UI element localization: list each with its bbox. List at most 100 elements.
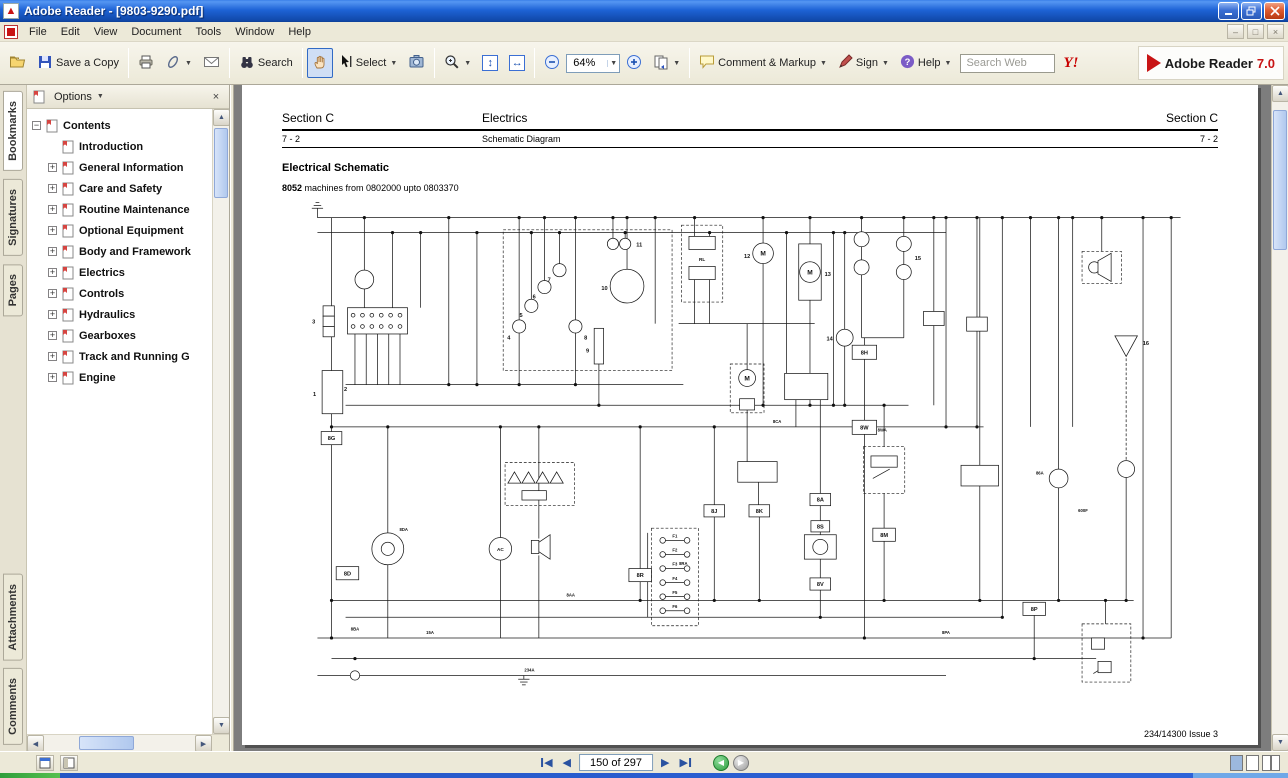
- child-minimize-button[interactable]: –: [1227, 24, 1244, 39]
- last-page-button[interactable]: ▶: [677, 755, 692, 770]
- select-tool-button[interactable]: Select ▼: [334, 48, 403, 78]
- expand-icon[interactable]: +: [48, 352, 57, 361]
- search-button[interactable]: Search: [234, 48, 298, 78]
- bookmark-item-routine-maintenance[interactable]: +Routine Maintenance: [32, 199, 212, 220]
- expand-icon[interactable]: +: [48, 205, 57, 214]
- page-number-field[interactable]: 150 of 297: [579, 754, 653, 771]
- scroll-track[interactable]: [1272, 102, 1288, 734]
- tab-attachments[interactable]: Attachments: [3, 574, 23, 661]
- expand-icon[interactable]: +: [48, 226, 57, 235]
- minimize-button[interactable]: [1218, 2, 1239, 20]
- menu-document[interactable]: Document: [124, 24, 188, 40]
- options-button[interactable]: Options: [54, 91, 92, 103]
- collapse-icon[interactable]: −: [32, 121, 41, 130]
- page-display-button[interactable]: ▼: [648, 48, 685, 78]
- bookmark-item-hydraulics[interactable]: +Hydraulics: [32, 304, 212, 325]
- bookmark-item-controls[interactable]: +Controls: [32, 283, 212, 304]
- hand-tool-button[interactable]: [307, 48, 333, 78]
- bookmark-item-optional-equipment[interactable]: +Optional Equipment: [32, 220, 212, 241]
- scroll-right-button[interactable]: ▶: [195, 735, 212, 752]
- start-button-edge[interactable]: [0, 773, 60, 778]
- menu-file[interactable]: File: [22, 24, 54, 40]
- navigation-tab-strip: Bookmarks Signatures Pages Attachments Comme…: [0, 85, 27, 751]
- yahoo-button[interactable]: Y!: [1059, 55, 1082, 72]
- next-page-button[interactable]: ▶: [659, 755, 671, 770]
- child-close-button[interactable]: ×: [1267, 24, 1284, 39]
- expand-icon[interactable]: +: [48, 163, 57, 172]
- facing-pages-icon[interactable]: [1262, 755, 1280, 771]
- email-button[interactable]: [198, 48, 225, 78]
- scroll-track[interactable]: [44, 735, 195, 751]
- scroll-up-button[interactable]: ▲: [213, 109, 229, 126]
- tab-signatures[interactable]: Signatures: [3, 179, 23, 256]
- first-page-button[interactable]: ◀: [539, 755, 554, 770]
- save-a-copy-button[interactable]: Save a Copy: [32, 48, 124, 78]
- bookmark-item-introduction[interactable]: Introduction: [32, 136, 212, 157]
- expand-icon[interactable]: +: [48, 289, 57, 298]
- restore-button[interactable]: [1241, 2, 1262, 20]
- bookmark-item-gearboxes[interactable]: +Gearboxes: [32, 325, 212, 346]
- continuous-page-icon[interactable]: [1246, 755, 1259, 771]
- dropdown-arrow-icon[interactable]: ▼: [97, 93, 104, 100]
- zoom-out-button[interactable]: [539, 48, 565, 78]
- expand-icon[interactable]: +: [48, 268, 57, 277]
- close-button[interactable]: [1264, 2, 1285, 20]
- bookmarks-vertical-scrollbar[interactable]: ▲ ▼: [212, 109, 229, 734]
- scroll-left-button[interactable]: ◀: [27, 735, 44, 752]
- bookmark-item-body-and-framework[interactable]: +Body and Framework: [32, 241, 212, 262]
- actual-size-icon: ↕: [482, 55, 498, 71]
- expand-icon[interactable]: +: [48, 331, 57, 340]
- bookmark-item-contents[interactable]: −Contents: [32, 115, 212, 136]
- pane-toggle-icon[interactable]: [60, 755, 78, 771]
- search-web-input[interactable]: Search Web: [960, 54, 1055, 73]
- previous-view-button[interactable]: ◀: [713, 755, 729, 771]
- tab-comments[interactable]: Comments: [3, 668, 23, 745]
- bookmark-item-general-information[interactable]: +General Information: [32, 157, 212, 178]
- expand-icon[interactable]: +: [48, 247, 57, 256]
- toolbar-separator: [534, 48, 535, 78]
- tab-bookmarks[interactable]: Bookmarks: [3, 91, 23, 171]
- zoom-level-combo[interactable]: 64% ▼: [566, 54, 620, 73]
- menu-edit[interactable]: Edit: [54, 24, 87, 40]
- menu-help[interactable]: Help: [281, 24, 318, 40]
- zoom-tool-button[interactable]: ▼: [439, 48, 476, 78]
- previous-page-button[interactable]: ◀: [561, 755, 573, 770]
- child-restore-button[interactable]: □: [1247, 24, 1264, 39]
- next-view-button[interactable]: ▶: [733, 755, 749, 771]
- menu-window[interactable]: Window: [228, 24, 281, 40]
- expand-icon[interactable]: +: [48, 373, 57, 382]
- menu-tools[interactable]: Tools: [189, 24, 229, 40]
- panel-close-button[interactable]: ×: [208, 89, 224, 105]
- zoom-in-button[interactable]: [621, 48, 647, 78]
- comment-markup-button[interactable]: Comment & Markup ▼: [694, 48, 832, 78]
- expand-icon[interactable]: +: [48, 310, 57, 319]
- scroll-up-button[interactable]: ▲: [1272, 85, 1288, 102]
- scroll-down-button[interactable]: ▼: [1272, 734, 1288, 751]
- single-page-icon[interactable]: [1230, 755, 1243, 771]
- document-status-icon[interactable]: [36, 755, 54, 771]
- svg-text:11: 11: [636, 243, 642, 249]
- bookmark-item-track-and-running-g[interactable]: +Track and Running G: [32, 346, 212, 367]
- sign-button[interactable]: Sign ▼: [833, 48, 894, 78]
- scroll-thumb[interactable]: [79, 736, 134, 750]
- email-attach-button[interactable]: ▼: [160, 48, 197, 78]
- expand-icon[interactable]: +: [48, 184, 57, 193]
- scroll-down-button[interactable]: ▼: [213, 717, 229, 734]
- document-vertical-scrollbar[interactable]: ▲ ▼: [1271, 85, 1288, 751]
- scroll-thumb[interactable]: [1273, 110, 1287, 250]
- help-button[interactable]: ? Help ▼: [895, 48, 957, 78]
- actual-size-button[interactable]: ↕: [477, 48, 503, 78]
- fit-width-button[interactable]: ↔: [504, 48, 530, 78]
- menu-view[interactable]: View: [87, 24, 125, 40]
- svg-text:234A: 234A: [524, 668, 534, 673]
- snapshot-button[interactable]: [403, 48, 430, 78]
- bookmark-item-engine[interactable]: +Engine: [32, 367, 212, 388]
- print-button[interactable]: [133, 48, 159, 78]
- scroll-thumb[interactable]: [214, 128, 228, 198]
- bookmarks-horizontal-scrollbar[interactable]: ◀ ▶: [27, 734, 229, 751]
- tab-pages[interactable]: Pages: [3, 264, 23, 316]
- bookmark-item-electrics[interactable]: +Electrics: [32, 262, 212, 283]
- open-button[interactable]: [4, 48, 31, 78]
- bookmark-item-care-and-safety[interactable]: +Care and Safety: [32, 178, 212, 199]
- scroll-track[interactable]: [213, 126, 229, 717]
